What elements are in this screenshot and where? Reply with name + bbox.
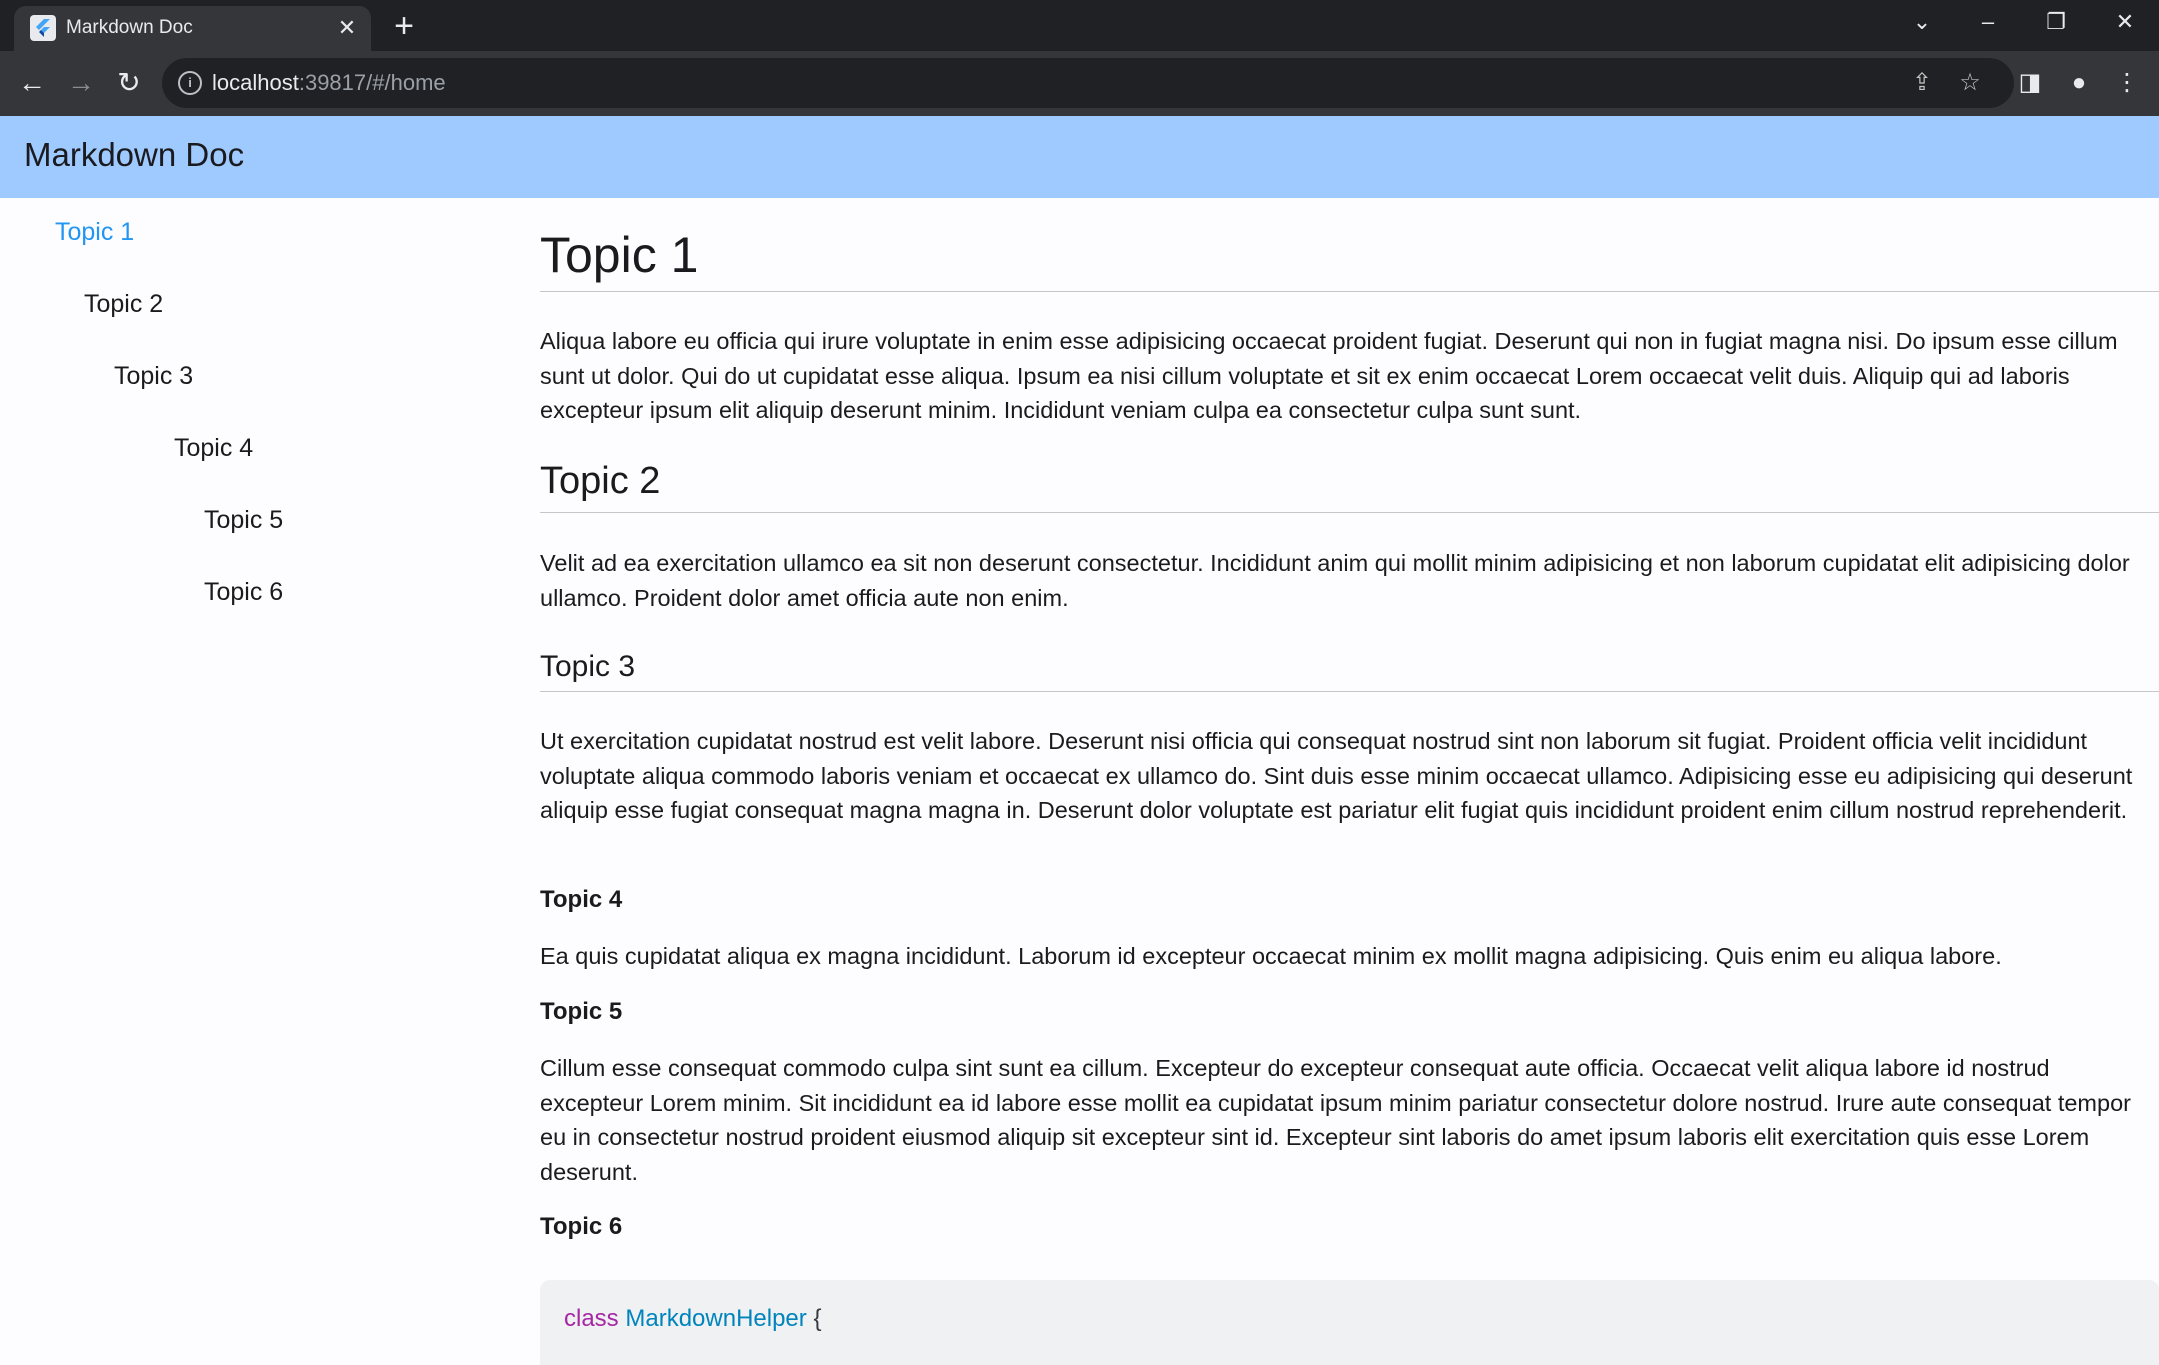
close-tab-icon[interactable]: ✕ [333, 14, 361, 42]
reload-icon[interactable]: ↻ [111, 65, 147, 101]
heading-divider [540, 512, 2159, 513]
bookmark-star-icon[interactable]: ☆ [1955, 68, 1985, 98]
browser-tab-strip: Markdown Doc ✕ + ⌄ – ❐ ✕ [0, 0, 2159, 51]
tab-search-icon[interactable]: ⌄ [1892, 0, 1952, 44]
heading-topic-5: Topic 5 [540, 998, 623, 1025]
app-title: Markdown Doc [24, 136, 245, 173]
code-class-name: MarkdownHelper [625, 1305, 807, 1332]
side-panel-icon[interactable]: ◨ [2014, 67, 2046, 99]
paragraph-topic-4: Ea quis cupidatat aliqua ex magna incidi… [540, 943, 2002, 969]
heading-divider [540, 691, 2159, 692]
url-host: localhost [212, 70, 299, 95]
site-info-icon[interactable]: i [178, 71, 202, 95]
heading-divider [540, 291, 2159, 292]
heading-topic-2: Topic 2 [540, 460, 661, 502]
browser-toolbar: ← → ↻ i localhost:39817/#/home ⇪ ☆ ◨ ● ⋮ [0, 51, 2159, 116]
paragraph-topic-5: Cillum esse consequat commodo culpa sint… [540, 1055, 2131, 1185]
code-brace: { [813, 1305, 822, 1332]
app-bar: Markdown Doc [0, 116, 2159, 198]
minimize-window-button[interactable]: – [1958, 0, 2018, 44]
heading-topic-6: Topic 6 [540, 1213, 623, 1240]
share-icon[interactable]: ⇪ [1907, 68, 1937, 98]
toc-item-topic-2[interactable]: Topic 2 [84, 290, 163, 319]
tab-title: Markdown Doc [66, 17, 193, 38]
url-text[interactable]: localhost:39817/#/home [212, 70, 446, 96]
table-of-contents: Topic 1 Topic 2 Topic 3 Topic 4 Topic 5 … [0, 198, 510, 1365]
toc-item-topic-4[interactable]: Topic 4 [174, 434, 253, 463]
back-icon[interactable]: ← [14, 65, 50, 101]
address-bar[interactable]: i localhost:39817/#/home ⇪ ☆ [162, 58, 2014, 108]
paragraph-topic-2: Velit ad ea exercitation ullamco ea sit … [540, 550, 2130, 611]
toc-item-topic-3[interactable]: Topic 3 [114, 362, 193, 391]
markdown-content: Topic 1 Aliqua labore eu officia qui iru… [540, 198, 2159, 1365]
flutter-favicon-icon [30, 15, 56, 41]
profile-icon[interactable]: ● [2063, 67, 2095, 99]
close-window-button[interactable]: ✕ [2095, 0, 2155, 44]
code-block: class MarkdownHelper { [540, 1280, 2159, 1365]
browser-tab[interactable]: Markdown Doc ✕ [14, 6, 371, 51]
toc-item-topic-1[interactable]: Topic 1 [55, 218, 134, 247]
restore-window-button[interactable]: ❐ [2026, 0, 2086, 44]
heading-topic-3: Topic 3 [540, 650, 636, 683]
heading-topic-1: Topic 1 [540, 227, 699, 283]
paragraph-topic-3: Ut exercitation cupidatat nostrud est ve… [540, 728, 2133, 823]
heading-topic-4: Topic 4 [540, 886, 623, 913]
toc-item-topic-5[interactable]: Topic 5 [204, 506, 283, 535]
new-tab-button[interactable]: + [386, 9, 422, 45]
forward-icon[interactable]: → [63, 65, 99, 101]
toc-item-topic-6[interactable]: Topic 6 [204, 578, 283, 607]
url-path: :39817/#/home [298, 70, 446, 95]
paragraph-topic-1: Aliqua labore eu officia qui irure volup… [540, 328, 2118, 423]
code-keyword: class [564, 1305, 619, 1332]
code-line: class MarkdownHelper { [564, 1305, 821, 1333]
browser-menu-icon[interactable]: ⋮ [2111, 67, 2143, 99]
